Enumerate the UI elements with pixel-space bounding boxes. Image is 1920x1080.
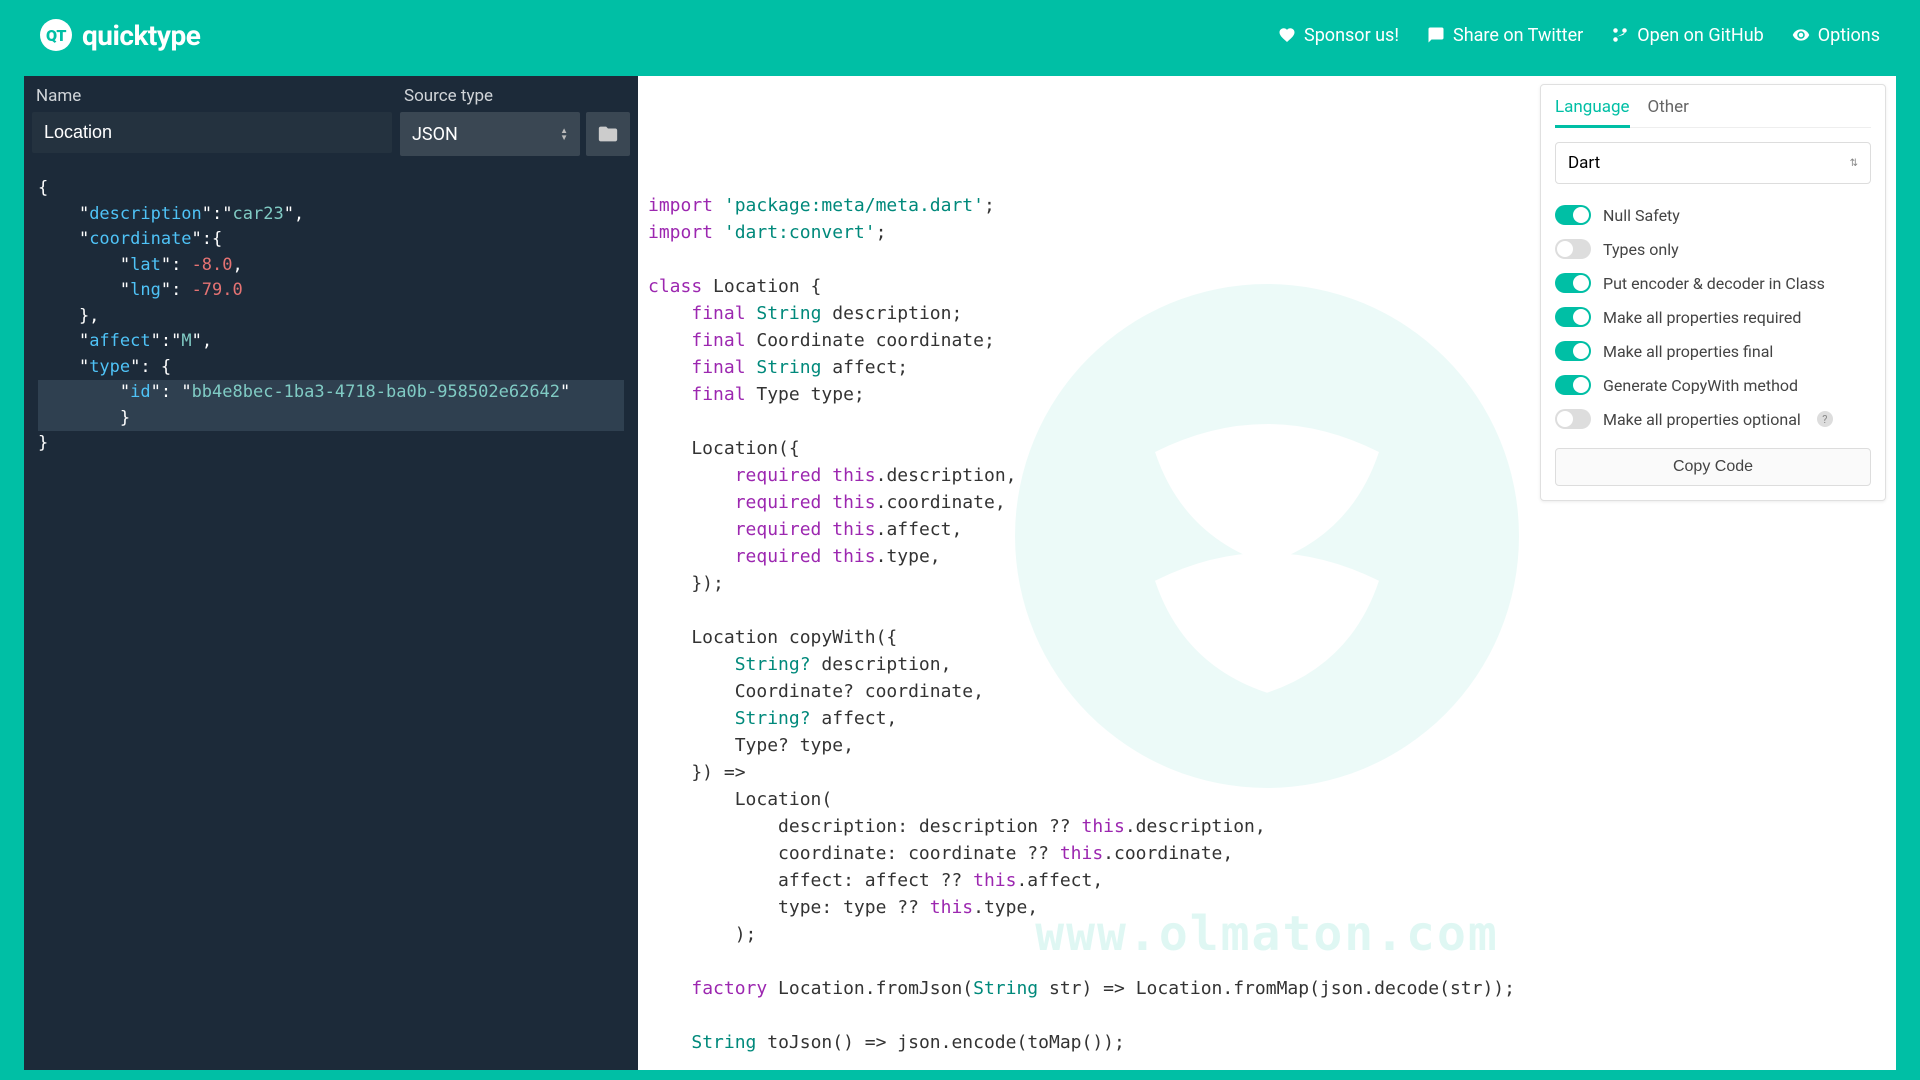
code-line: Location({ (648, 435, 1886, 462)
link-label: Sponsor us! (1304, 25, 1399, 46)
code-line: required this.type, (648, 543, 1886, 570)
code-line: String? description, (648, 651, 1886, 678)
name-input[interactable] (32, 112, 392, 153)
code-line: import 'dart:convert'; (648, 219, 1886, 246)
main: Name Source type JSON ▲▼ (24, 76, 1896, 1070)
link-label: Share on Twitter (1453, 25, 1583, 46)
open-file-button[interactable] (586, 112, 630, 156)
code-line (648, 597, 1886, 624)
json-line: { (38, 176, 624, 202)
code-line: required this.description, (648, 462, 1886, 489)
left-panel: Name Source type JSON ▲▼ (24, 76, 638, 1070)
code-line (648, 408, 1886, 435)
json-line: "id": "bb4e8bec-1ba3-4718-ba0b-958502e62… (38, 380, 624, 406)
code-line: Location copyWith({ (648, 624, 1886, 651)
code-line: class Location { (648, 273, 1886, 300)
right-panel: www.olmaton.com import 'package:meta/met… (638, 76, 1896, 1070)
json-line: "lat": -8.0, (38, 253, 624, 279)
tab-language[interactable]: Language (1555, 97, 1630, 128)
logo-icon: QT (40, 19, 72, 51)
code-line: ); (648, 921, 1886, 948)
header-links: Sponsor us! Share on Twitter Open on Git… (1278, 25, 1880, 46)
brand-name: quicktype (82, 19, 200, 52)
code-line: factory Location.fromJson(String str) =>… (648, 975, 1886, 1002)
code-line: type: type ?? this.type, (648, 894, 1886, 921)
json-line: "lng": -79.0 (38, 278, 624, 304)
code-line: coordinate: coordinate ?? this.coordinat… (648, 840, 1886, 867)
code-line: }); (648, 570, 1886, 597)
tab-other[interactable]: Other (1648, 97, 1689, 127)
twitter-link[interactable]: Share on Twitter (1427, 25, 1583, 46)
srctype-column: Source type JSON ▲▼ (400, 86, 630, 156)
heart-icon (1278, 26, 1296, 44)
code-line: required this.affect, (648, 516, 1886, 543)
srctype-value: JSON (412, 124, 458, 145)
code-line (648, 948, 1886, 975)
code-line: Coordinate? coordinate, (648, 678, 1886, 705)
app-root: QT quicktype Sponsor us! Share on Twitte… (0, 0, 1920, 1080)
chevron-updown-icon: ⇅ (1850, 158, 1858, 169)
updown-icon: ▲▼ (560, 127, 568, 141)
link-label: Options (1818, 25, 1880, 46)
json-editor[interactable]: { "description":"car23", "coordinate":{ … (24, 166, 638, 1070)
srctype-label: Source type (400, 86, 630, 106)
code-line: }) => (648, 759, 1886, 786)
left-header: Name Source type JSON ▲▼ (24, 76, 638, 166)
share-icon (1427, 26, 1445, 44)
code-line: String toJson() => json.encode(toMap()); (648, 1029, 1886, 1056)
branch-icon (1611, 26, 1629, 44)
json-line: "type": { (38, 355, 624, 381)
json-line: "coordinate":{ (38, 227, 624, 253)
json-line: "description":"car23", (38, 202, 624, 228)
link-label: Open on GitHub (1637, 25, 1764, 46)
json-line: } (38, 431, 624, 457)
code-line: final Coordinate coordinate; (648, 327, 1886, 354)
code-line: Type? type, (648, 732, 1886, 759)
folder-icon (597, 123, 619, 145)
github-link[interactable]: Open on GitHub (1611, 25, 1764, 46)
code-line: Location( (648, 786, 1886, 813)
brand-logo[interactable]: QT quicktype (40, 19, 200, 52)
sponsor-link[interactable]: Sponsor us! (1278, 25, 1399, 46)
code-line: String? affect, (648, 705, 1886, 732)
options-link[interactable]: Options (1792, 25, 1880, 46)
code-line: affect: affect ?? this.affect, (648, 867, 1886, 894)
language-select[interactable]: Dart ⇅ (1555, 142, 1871, 184)
srctype-select[interactable]: JSON ▲▼ (400, 112, 580, 156)
json-line: "affect":"M", (38, 329, 624, 355)
code-output[interactable]: www.olmaton.com import 'package:meta/met… (638, 76, 1896, 1070)
code-line: final String affect; (648, 354, 1886, 381)
name-column: Name (32, 86, 392, 156)
eye-icon (1792, 26, 1810, 44)
code-line: final Type type; (648, 381, 1886, 408)
code-line: description: description ?? this.descrip… (648, 813, 1886, 840)
language-value: Dart (1568, 153, 1600, 173)
code-line (648, 246, 1886, 273)
json-line: } (38, 406, 624, 432)
json-line: }, (38, 304, 624, 330)
code-line: required this.coordinate, (648, 489, 1886, 516)
code-line (648, 1056, 1886, 1070)
header: QT quicktype Sponsor us! Share on Twitte… (0, 0, 1920, 76)
code-line: import 'package:meta/meta.dart'; (648, 192, 1886, 219)
options-tabs: Language Other (1555, 97, 1871, 128)
code-line: final String description; (648, 300, 1886, 327)
code-line (648, 1002, 1886, 1029)
name-label: Name (32, 86, 392, 106)
